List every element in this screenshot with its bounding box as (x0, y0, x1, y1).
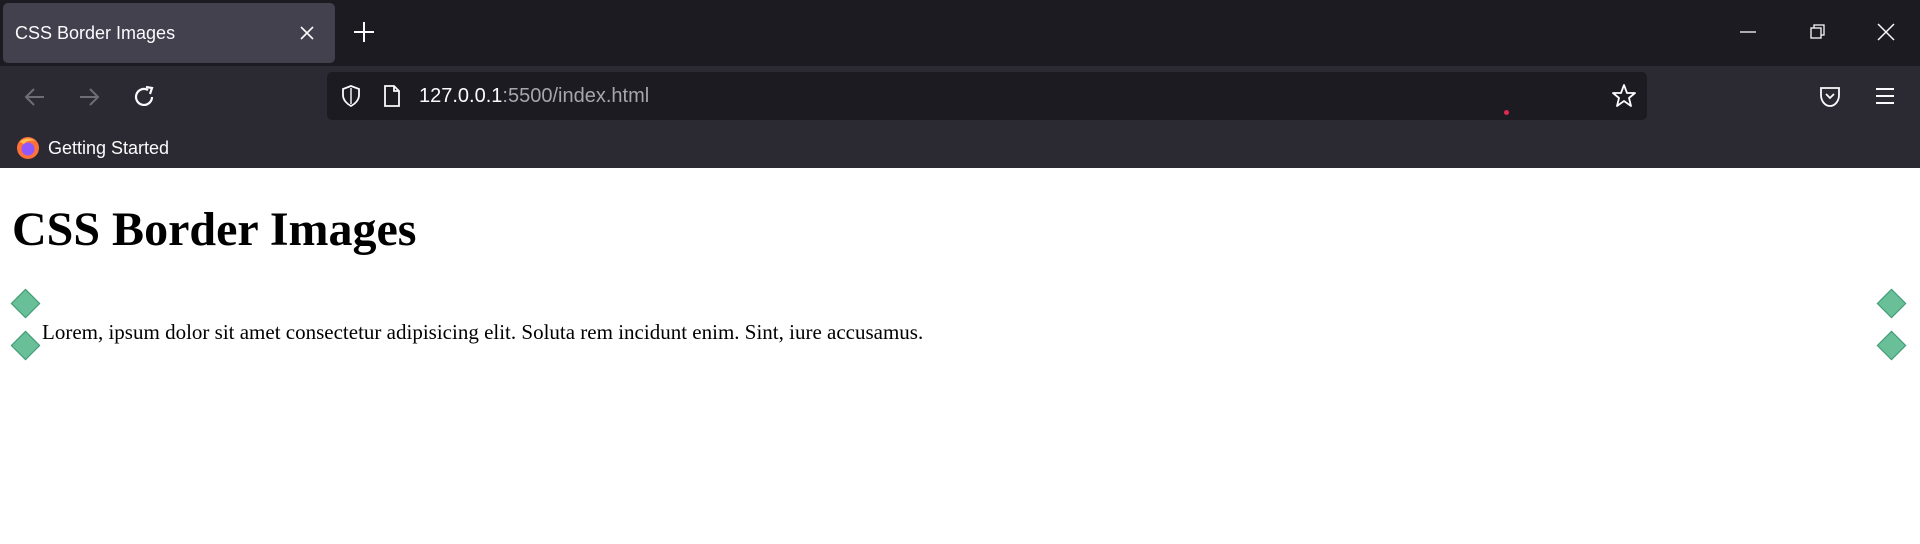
bookmark-star-icon[interactable] (1611, 83, 1637, 109)
border-diamond-top-left (10, 288, 41, 319)
url-host: 127.0.0.1 (419, 85, 503, 107)
bookmark-label: Getting Started (48, 137, 170, 158)
page-content: CSS Border Images Lorem, ipsum dolor sit… (0, 168, 1920, 544)
page-heading: CSS Border Images (12, 203, 417, 256)
border-diamond-top-right (1876, 288, 1907, 319)
close-window-icon[interactable] (1876, 22, 1896, 42)
restore-icon[interactable] (1808, 22, 1828, 42)
tab-active[interactable]: CSS Border Images (3, 3, 335, 63)
tab-strip: CSS Border Images (0, 0, 1920, 66)
pocket-icon[interactable] (1818, 86, 1842, 108)
close-icon[interactable] (299, 25, 315, 41)
bookmark-getting-started[interactable]: Getting Started (16, 134, 169, 162)
firefox-icon (17, 137, 39, 159)
back-arrow-icon[interactable] (22, 84, 48, 110)
border-diamond-bottom-right (1876, 330, 1907, 361)
minimize-icon[interactable] (1738, 22, 1758, 42)
forward-arrow-icon[interactable] (76, 84, 102, 110)
indicator-dot (1504, 110, 1509, 115)
url-text[interactable]: 127.0.0.1:5500/index.html (419, 72, 649, 120)
shield-icon[interactable] (339, 84, 363, 108)
address-bar[interactable]: 127.0.0.1:5500/index.html (327, 72, 1647, 120)
border-diamond-bottom-left (10, 330, 41, 361)
bookmarks-toolbar: Getting Started (0, 128, 1920, 168)
url-path: :5500/index.html (502, 85, 650, 107)
tab-title: CSS Border Images (15, 23, 176, 43)
browser-chrome: CSS Border Images 127.0.0.1:5500/index.h… (0, 0, 1920, 168)
page-icon (384, 85, 400, 107)
menu-icon[interactable] (1874, 86, 1896, 106)
bordered-paragraph: Lorem, ipsum dolor sit amet consectetur … (42, 320, 924, 344)
new-tab-icon[interactable] (352, 20, 376, 44)
reload-icon[interactable] (131, 84, 157, 110)
